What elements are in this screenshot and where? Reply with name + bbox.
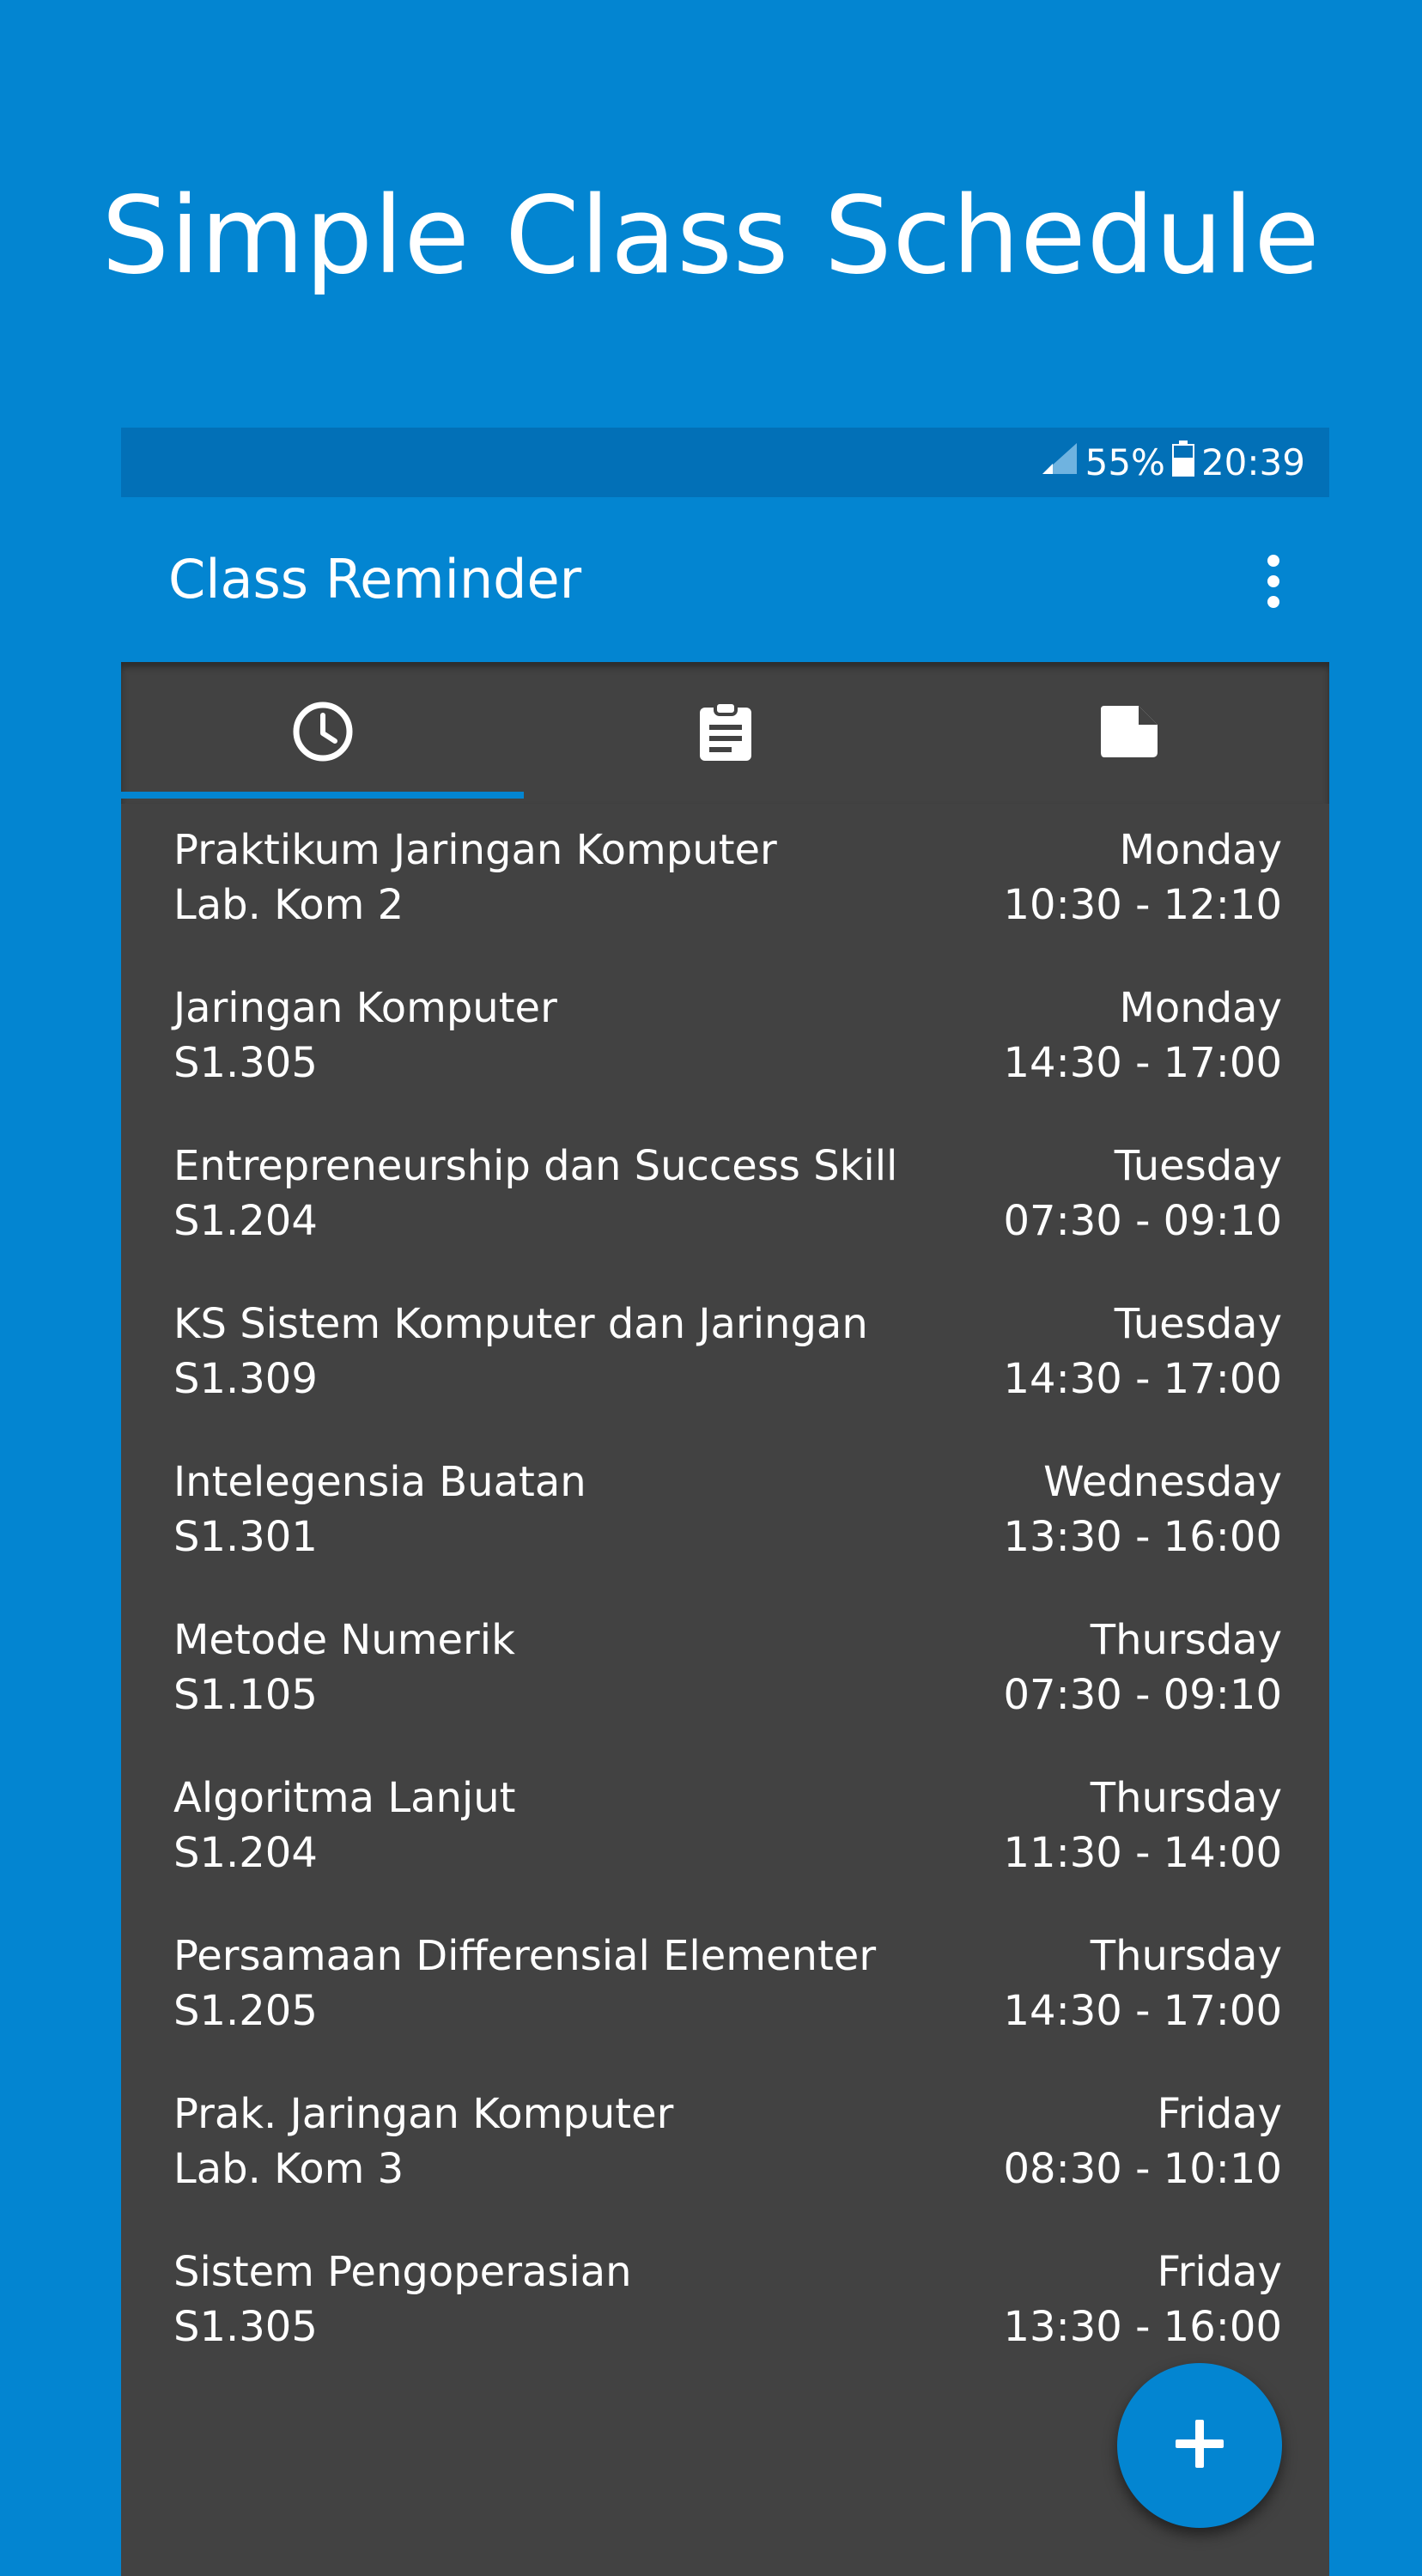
- course-name: Metode Numerik: [173, 1616, 515, 1664]
- schedule-row[interactable]: Prak. Jaringan Komputer Lab. Kom 3 Frida…: [121, 2068, 1329, 2226]
- course-time: 07:30 - 09:10: [1003, 1197, 1283, 1245]
- add-class-button[interactable]: [1117, 2363, 1282, 2528]
- course-time: 08:30 - 10:10: [1003, 2145, 1283, 2193]
- course-name: Intelegensia Buatan: [173, 1458, 586, 1506]
- clipboard-icon: [698, 700, 753, 766]
- course-name: KS Sistem Komputer dan Jaringan: [173, 1300, 868, 1348]
- course-name: Prak. Jaringan Komputer: [173, 2090, 674, 2138]
- course-room: S1.305: [173, 1039, 318, 1087]
- schedule-row[interactable]: Intelegensia Buatan S1.301 Wednesday 13:…: [121, 1436, 1329, 1594]
- course-day: Thursday: [1090, 1774, 1282, 1822]
- more-vert-icon: [1267, 554, 1280, 612]
- status-bar: 55% 20:39: [121, 428, 1329, 497]
- course-room: S1.309: [173, 1355, 318, 1403]
- course-name: Jaringan Komputer: [173, 984, 557, 1032]
- course-time: 13:30 - 16:00: [1003, 2303, 1283, 2351]
- course-name: Entrepreneurship dan Success Skill: [173, 1142, 898, 1190]
- promo-title: Simple Class Schedule: [101, 174, 1321, 298]
- course-time: 07:30 - 09:10: [1003, 1671, 1283, 1719]
- course-time: 14:30 - 17:00: [1003, 1355, 1283, 1403]
- course-time: 11:30 - 14:00: [1003, 1829, 1283, 1877]
- course-time: 10:30 - 12:10: [1003, 881, 1283, 929]
- clock-time: 20:39: [1200, 441, 1305, 483]
- course-day: Thursday: [1090, 1616, 1282, 1664]
- course-day: Tuesday: [1114, 1300, 1282, 1348]
- note-icon: [1097, 704, 1159, 762]
- course-day: Friday: [1157, 2090, 1282, 2138]
- course-day: Tuesday: [1114, 1142, 1282, 1190]
- battery-icon: [1171, 440, 1194, 485]
- schedule-row[interactable]: Persamaan Differensial Elementer S1.205 …: [121, 1910, 1329, 2068]
- status-indicators: 55% 20:39: [1041, 428, 1305, 497]
- course-time: 14:30 - 17:00: [1003, 1987, 1283, 2035]
- course-name: Sistem Pengoperasian: [173, 2248, 632, 2296]
- schedule-row[interactable]: Jaringan Komputer S1.305 Monday 14:30 - …: [121, 962, 1329, 1120]
- tab-bar: [121, 662, 1329, 804]
- tab-indicator: [121, 792, 524, 799]
- schedule-row[interactable]: Entrepreneurship dan Success Skill S1.20…: [121, 1120, 1329, 1278]
- course-room: S1.305: [173, 2303, 318, 2351]
- tab-schedule[interactable]: [121, 662, 524, 804]
- app-title: Class Reminder: [168, 548, 582, 611]
- app-bar: Class Reminder: [121, 497, 1329, 662]
- course-time: 13:30 - 16:00: [1003, 1513, 1283, 1561]
- schedule-row[interactable]: Algoritma Lanjut S1.204 Thursday 11:30 -…: [121, 1752, 1329, 1910]
- course-name: Praktikum Jaringan Komputer: [173, 826, 777, 874]
- course-day: Wednesday: [1043, 1458, 1282, 1506]
- schedule-row[interactable]: Praktikum Jaringan Komputer Lab. Kom 2 M…: [121, 804, 1329, 962]
- course-room: Lab. Kom 3: [173, 2145, 404, 2193]
- signal-icon: [1041, 441, 1079, 484]
- course-day: Monday: [1119, 984, 1283, 1032]
- course-room: Lab. Kom 2: [173, 881, 404, 929]
- tab-notes[interactable]: [927, 662, 1329, 804]
- battery-percent: 55%: [1085, 441, 1165, 483]
- course-day: Friday: [1157, 2248, 1282, 2296]
- course-room: S1.301: [173, 1513, 318, 1561]
- tab-tasks[interactable]: [524, 662, 927, 804]
- course-room: S1.204: [173, 1197, 318, 1245]
- course-time: 14:30 - 17:00: [1003, 1039, 1283, 1087]
- course-name: Persamaan Differensial Elementer: [173, 1932, 877, 1980]
- schedule-row[interactable]: Sistem Pengoperasian S1.305 Friday 13:30…: [121, 2226, 1329, 2384]
- clock-icon: [292, 701, 354, 766]
- course-room: S1.204: [173, 1829, 318, 1877]
- schedule-list: Praktikum Jaringan Komputer Lab. Kom 2 M…: [121, 804, 1329, 2384]
- course-name: Algoritma Lanjut: [173, 1774, 516, 1822]
- course-day: Monday: [1119, 826, 1283, 874]
- course-room: S1.105: [173, 1671, 318, 1719]
- overflow-menu-button[interactable]: [1252, 549, 1295, 617]
- course-room: S1.205: [173, 1987, 318, 2035]
- plus-icon: [1172, 2416, 1227, 2475]
- phone-screen: 55% 20:39 Class Reminder Praktikum Jarin…: [121, 428, 1329, 2576]
- schedule-row[interactable]: KS Sistem Komputer dan Jaringan S1.309 T…: [121, 1278, 1329, 1436]
- course-day: Thursday: [1090, 1932, 1282, 1980]
- schedule-row[interactable]: Metode Numerik S1.105 Thursday 07:30 - 0…: [121, 1594, 1329, 1752]
